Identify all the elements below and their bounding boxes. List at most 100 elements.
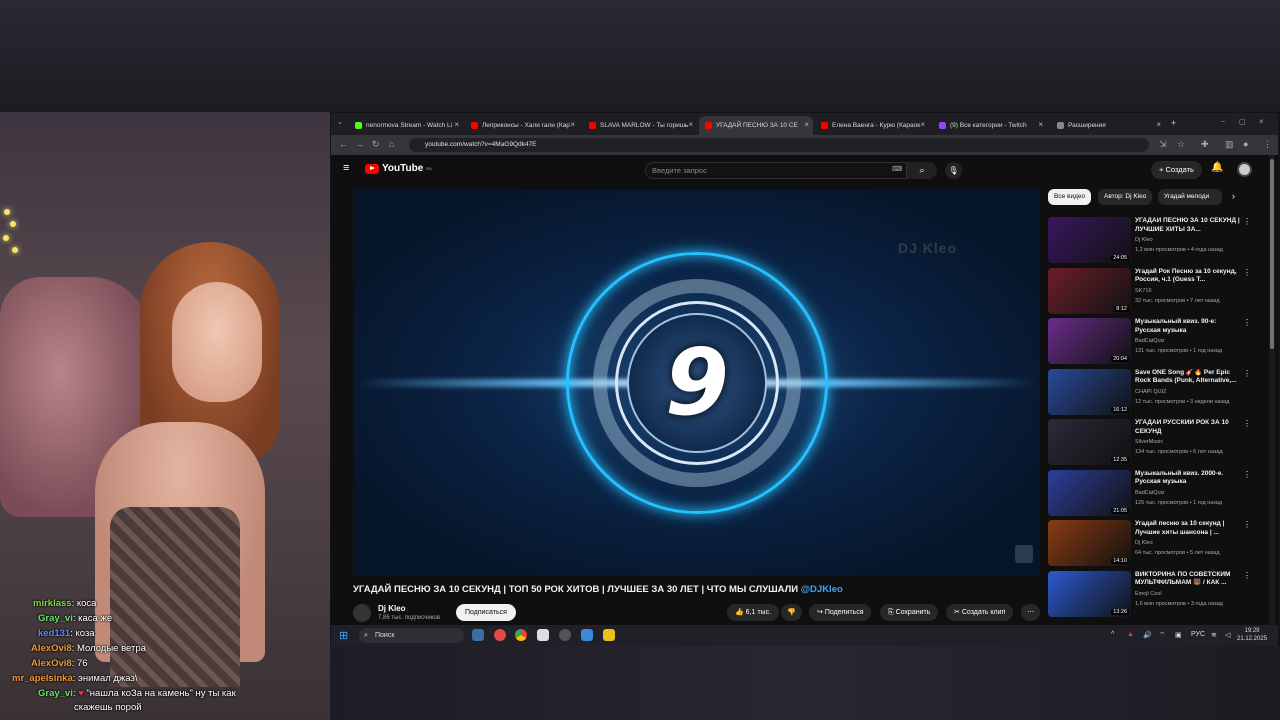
maximize-icon[interactable]: ▢: [1239, 118, 1246, 126]
recommendation-channel[interactable]: BadCatQuiz: [1135, 490, 1165, 496]
close-tab-icon[interactable]: ×: [920, 120, 925, 129]
install-icon[interactable]: ⇲: [1159, 139, 1167, 150]
recommendation-title[interactable]: УГАДАЙ РУССКИЙ РОК ЗА 10 СЕКУНД: [1135, 419, 1240, 436]
forward-icon[interactable]: →: [355, 139, 364, 149]
like-button[interactable]: 👍 6,1 тыс.: [727, 604, 780, 621]
home-icon[interactable]: ⌂: [389, 139, 394, 149]
tab-twitch[interactable]: (9) Все категории - Twitch ×: [933, 116, 1047, 135]
close-tab-icon[interactable]: ×: [688, 120, 693, 129]
tab-youtube[interactable]: Елена Ваенга - Курю (Караок ×: [815, 116, 929, 135]
close-tab-icon[interactable]: ×: [454, 120, 459, 129]
voice-search-button[interactable]: 🎙: [945, 162, 962, 179]
tab-youtube-active[interactable]: УГАДАЙ ПЕСНЮ ЗА 10 СЕ ×: [699, 116, 813, 135]
tray-chevron-icon[interactable]: ^: [1111, 631, 1114, 638]
more-options-icon[interactable]: ⋮: [1243, 419, 1251, 428]
recommendation-item[interactable]: 24:05 УГАДАЙ ПЕСНЮ ЗА 10 СЕКУНД | ЛУЧШИЕ …: [1048, 217, 1253, 263]
close-window-icon[interactable]: ×: [1259, 117, 1264, 126]
camera-icon[interactable]: ▣: [1175, 631, 1182, 639]
page-scrollbar[interactable]: [1269, 155, 1275, 625]
chip-author[interactable]: Автор: Dj Kleo: [1098, 189, 1153, 205]
close-tab-icon[interactable]: ×: [1038, 120, 1043, 129]
wifi-icon[interactable]: ≋: [1211, 631, 1217, 639]
more-options-icon[interactable]: ⋮: [1243, 369, 1251, 378]
share-button[interactable]: ↪ Поделиться: [809, 604, 872, 621]
search-button[interactable]: ⌕: [907, 162, 937, 179]
recommendation-item[interactable]: 8:12 Угадай Рок Песню за 10 секунд, Росси…: [1048, 267, 1253, 314]
chip-guess-melody[interactable]: Угадай мелоди: [1158, 189, 1222, 205]
video-thumbnail[interactable]: 24:05: [1048, 217, 1131, 263]
video-thumbnail[interactable]: 14:10: [1048, 520, 1131, 566]
hamburger-menu-icon[interactable]: ≡: [343, 162, 349, 174]
reload-icon[interactable]: ↻: [372, 139, 380, 150]
recommendation-item[interactable]: 12:35 УГАДАЙ РУССКИЙ РОК ЗА 10 СЕКУНД Silv…: [1048, 419, 1253, 465]
tab-youtube[interactable]: Леприконсы - Хали гали (Кар ×: [465, 116, 579, 135]
taskbar-search[interactable]: ⌕ Поиск: [359, 628, 464, 643]
channel-name[interactable]: Dj Kleo: [378, 604, 406, 613]
channel-tag-link[interactable]: @DJKleo: [801, 584, 843, 595]
dislike-button[interactable]: 👎: [781, 604, 802, 621]
video-thumbnail[interactable]: 8:12: [1048, 267, 1131, 314]
new-tab-icon[interactable]: +: [1171, 118, 1176, 128]
recommendation-title[interactable]: Угадай песню за 10 секунд | Лучшие хиты …: [1135, 520, 1240, 537]
more-options-icon[interactable]: ⋮: [1243, 318, 1251, 327]
youtube-logo[interactable]: YouTube RU: [365, 163, 432, 174]
recommendation-item[interactable]: 20:04 Музыкальный квиз. 90-е: Русская муз…: [1048, 318, 1253, 364]
chevron-right-icon[interactable]: ›: [1232, 191, 1235, 201]
more-options-icon[interactable]: ⋮: [1243, 571, 1251, 580]
search-input[interactable]: Введите запрос: [645, 162, 907, 179]
video-thumbnail[interactable]: 21:05: [1048, 469, 1131, 516]
volume-icon[interactable]: 🔊: [1143, 631, 1152, 639]
save-button[interactable]: ⎘ Сохранить: [880, 604, 939, 621]
menu-kebab-icon[interactable]: ⋮: [1263, 139, 1272, 150]
keyboard-icon[interactable]: ⌨: [892, 165, 902, 173]
recommendation-channel[interactable]: BadCatQuiz: [1135, 338, 1165, 344]
subscribe-button[interactable]: Подписаться: [456, 604, 516, 621]
extensions-icon[interactable]: ✚: [1201, 139, 1209, 150]
bookmark-star-icon[interactable]: ☆: [1177, 139, 1185, 150]
recommendation-channel[interactable]: SK716: [1135, 288, 1152, 294]
tab-youtube[interactable]: SLAVA MARLOW - Ты горишь ×: [583, 116, 697, 135]
notifications-bell-icon[interactable]: 🔔: [1211, 162, 1223, 173]
recommendation-item[interactable]: 16:12 Save ONE Song 🎸🔥 Per Epic Rock Band…: [1048, 368, 1253, 415]
profile-icon[interactable]: ●: [1243, 139, 1248, 149]
recommendation-channel[interactable]: Emoji Cool: [1135, 591, 1162, 597]
tab-extensions[interactable]: Расширения ×: [1051, 116, 1165, 135]
obs-icon[interactable]: [559, 629, 571, 641]
chrome-icon[interactable]: [515, 629, 527, 641]
tab-list-icon[interactable]: ⌄: [337, 118, 343, 126]
tray-app-icon[interactable]: ▲: [1127, 631, 1134, 638]
recommendation-channel[interactable]: SilverMusic: [1135, 439, 1163, 445]
chip-all[interactable]: Все видео: [1048, 189, 1092, 205]
video-thumbnail[interactable]: 20:04: [1048, 318, 1131, 364]
more-options-icon[interactable]: ⋮: [1243, 470, 1251, 479]
recommendation-title[interactable]: Музыкальный квиз. 2000-е. Русская музыка: [1135, 470, 1240, 487]
clip-button[interactable]: ✂ Создать клип: [946, 604, 1014, 621]
create-button[interactable]: + Создать: [1151, 161, 1202, 179]
recommendation-title[interactable]: ВИКТОРИНА ПО СОВЕТСКИМ МУЛЬТФИЛЬМАМ 🐻 / …: [1135, 571, 1240, 588]
yandex-browser-icon[interactable]: [494, 629, 506, 641]
app-icon-yellow[interactable]: [603, 629, 615, 641]
recommendation-item[interactable]: 13:26 ВИКТОРИНА ПО СОВЕТСКИМ МУЛЬТФИЛЬМАМ…: [1048, 570, 1253, 617]
back-icon[interactable]: ←: [339, 139, 348, 149]
sidebar-icon[interactable]: ▥: [1225, 139, 1234, 150]
recommendation-channel[interactable]: CHAPI QUIZ: [1135, 389, 1166, 395]
task-view-icon[interactable]: [472, 629, 484, 641]
video-player[interactable]: 9 DJ Kleo: [353, 190, 1040, 576]
channel-avatar[interactable]: [353, 604, 371, 622]
recommendation-item[interactable]: 21:05 Музыкальный квиз. 2000-е. Русская м…: [1048, 469, 1253, 516]
network-icon[interactable]: ⌔: [1159, 631, 1166, 640]
more-options-icon[interactable]: ⋮: [1243, 268, 1251, 277]
close-tab-icon[interactable]: ×: [570, 120, 575, 129]
video-thumbnail[interactable]: 13:26: [1048, 570, 1131, 617]
app-icon[interactable]: [537, 629, 549, 641]
url-input[interactable]: youtube.com/watch?v=4MaG9Qdk47E: [409, 138, 1149, 152]
video-thumbnail[interactable]: 12:35: [1048, 419, 1131, 465]
recommendation-title[interactable]: Музыкальный квиз. 90-е: Русская музыка: [1135, 318, 1240, 335]
account-avatar[interactable]: [1237, 162, 1252, 177]
recommendation-channel[interactable]: Dj Kleo: [1135, 237, 1153, 243]
language-indicator[interactable]: РУС: [1191, 631, 1205, 638]
minimize-icon[interactable]: –: [1221, 118, 1225, 125]
taskbar-clock[interactable]: 19:29 21.12.2025: [1237, 627, 1267, 643]
recommendation-title[interactable]: Угадай Рок Песню за 10 секунд, Россия, ч…: [1135, 268, 1240, 285]
video-thumbnail[interactable]: 16:12: [1048, 368, 1131, 415]
